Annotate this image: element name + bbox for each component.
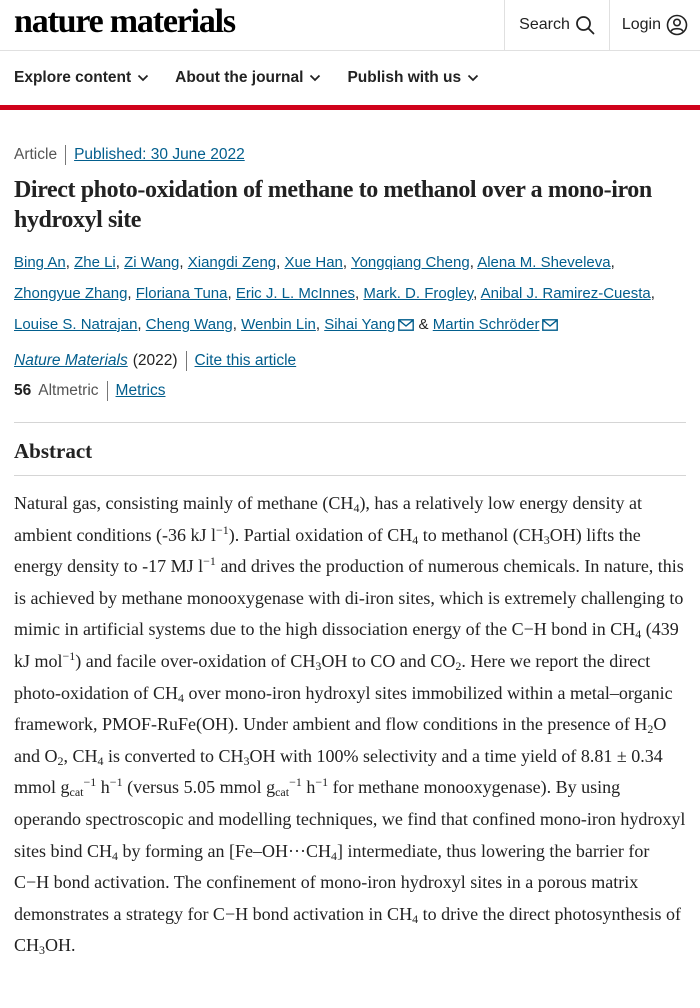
journal-name-link[interactable]: Nature Materials	[14, 352, 128, 370]
author-link[interactable]: Anibal J. Ramirez-Cuesta	[481, 285, 651, 302]
author-link[interactable]: Mark. D. Frogley	[363, 285, 473, 302]
header-actions: Search Login	[504, 0, 700, 50]
mail-icon[interactable]	[398, 319, 415, 331]
author-link[interactable]: Xue Han	[285, 254, 343, 271]
search-label: Search	[519, 16, 570, 33]
site-header: nature materials Search Login	[0, 0, 700, 51]
author-link[interactable]: Louise S. Natrajan	[14, 316, 137, 333]
chevron-down-icon	[467, 74, 479, 82]
article-meta: Article Published: 30 June 2022	[14, 145, 686, 165]
published-date-link[interactable]: Published: 30 June 2022	[74, 146, 245, 164]
search-button[interactable]: Search	[505, 15, 609, 35]
author-link[interactable]: Cheng Wang	[146, 316, 233, 333]
author-link[interactable]: Xiangdi Zeng	[188, 254, 276, 271]
article-content: Article Published: 30 June 2022 Direct p…	[0, 145, 700, 962]
author-link[interactable]: Zhongyue Zhang	[14, 285, 127, 302]
login-label: Login	[621, 16, 661, 33]
article-type: Article	[14, 146, 58, 163]
accent-bar	[0, 105, 700, 110]
nav-about-journal[interactable]: About the journal	[175, 69, 321, 87]
altmetric-label: Altmetric	[38, 382, 99, 399]
metrics-line: 56 Altmetric Metrics	[14, 381, 686, 401]
author-link[interactable]: Eric J. L. McInnes	[236, 285, 355, 302]
metrics-link[interactable]: Metrics	[116, 382, 166, 400]
altmetric-score: 56	[14, 382, 32, 399]
author-link[interactable]: Floriana Tuna	[136, 285, 228, 302]
journal-logo[interactable]: nature materials	[14, 3, 236, 41]
abstract-text: Natural gas, consisting mainly of methan…	[14, 493, 686, 958]
citation-line: Nature Materials (2022) Cite this articl…	[14, 351, 686, 371]
login-button[interactable]: Login	[610, 14, 700, 36]
search-icon	[575, 16, 595, 35]
cite-article-link[interactable]: Cite this article	[195, 352, 297, 370]
mail-icon[interactable]	[542, 319, 559, 331]
author-link[interactable]: Alena M. Sheveleva	[477, 254, 610, 271]
chevron-down-icon	[138, 74, 149, 82]
section-divider	[14, 422, 686, 423]
meta-divider	[106, 381, 108, 401]
nav-item-label: Publish with us	[347, 69, 462, 86]
nav-publish-with-us[interactable]: Publish with us	[347, 69, 479, 87]
author-link[interactable]: Zhe Li	[74, 254, 116, 271]
abstract-heading: Abstract	[14, 439, 93, 463]
author-link[interactable]: Sihai Yang	[324, 316, 395, 333]
author-link[interactable]: Bing An	[14, 254, 66, 271]
nav-explore-content[interactable]: Explore content	[14, 69, 149, 87]
nav-item-label: About the journal	[175, 69, 304, 86]
user-icon	[666, 14, 688, 36]
author-link[interactable]: Wenbin Lin	[241, 316, 316, 333]
publication-year: (2022)	[132, 352, 178, 369]
author-link[interactable]: Zi Wang	[124, 254, 179, 271]
meta-divider	[65, 145, 67, 165]
nav-item-label: Explore content	[14, 69, 132, 86]
main-nav: Explore content About the journal Publis…	[0, 51, 700, 105]
chevron-down-icon	[310, 74, 321, 82]
section-divider	[14, 475, 686, 476]
author-list: Bing An, Zhe Li, Zi Wang, Xiangdi Zeng, …	[14, 254, 655, 333]
author-link[interactable]: Martin Schröder	[433, 316, 540, 333]
author-link[interactable]: Yongqiang Cheng	[351, 254, 470, 271]
article-title: Direct photo-oxidation of methane to met…	[14, 177, 652, 233]
meta-divider	[185, 351, 187, 371]
